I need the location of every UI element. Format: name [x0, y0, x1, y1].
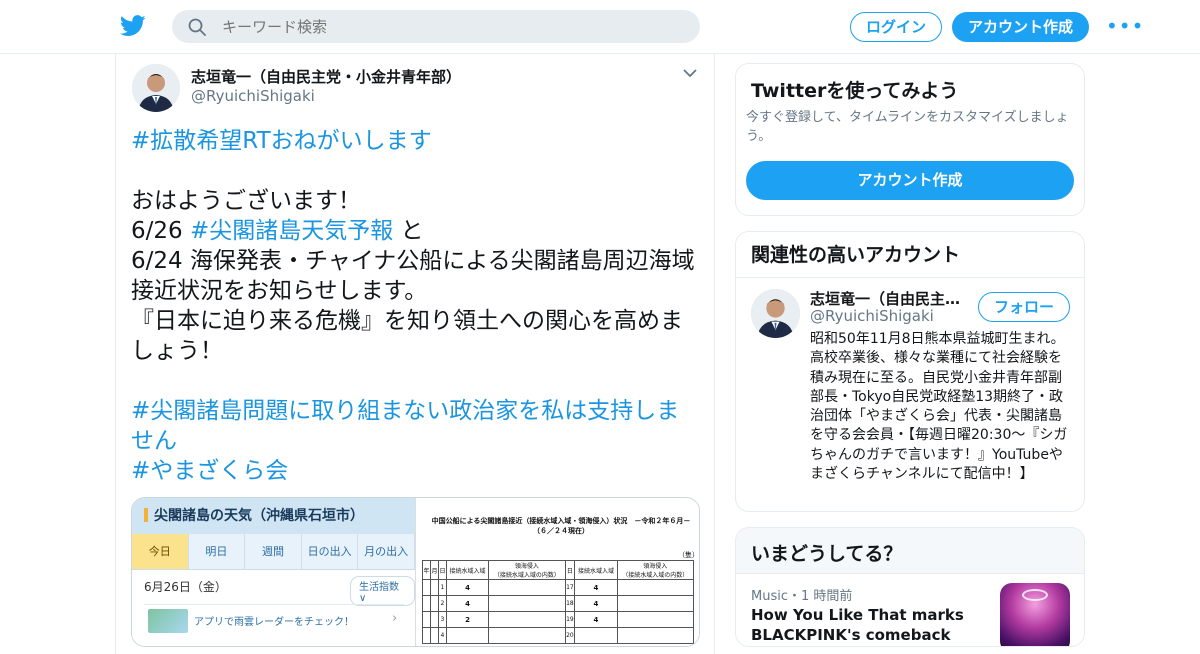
trend-meta: Music・1 時間前 — [751, 589, 853, 604]
related-account-bio: 昭和50年11月8日熊本県益城町生まれ。高校卒業後、様々な業種にて社会経験を積み… — [810, 331, 1068, 483]
radar-text: アプリで雨雲レーダーをチェック！ — [194, 617, 354, 628]
related-account-name[interactable]: 志垣竜一（自由民主党・小金井青年部） — [810, 288, 970, 309]
weather-tabs: 今日 明日 週間 日の出入 月の出入 — [132, 534, 415, 570]
table-title: 中国公船による尖閣諸島接近（接続水域入域・領海侵入）状況 －令和２年６月－ （６… — [431, 517, 691, 535]
follow-button[interactable]: フォロー — [978, 292, 1070, 322]
weather-tab: 週間 — [245, 534, 302, 569]
table-unit: （隻） — [678, 551, 699, 559]
chevron-down-icon[interactable] — [683, 68, 697, 78]
tweet-text: #拡散希望RTおねがいします おはようございます！ 6/26 #尖閣諸島天気予報… — [131, 126, 705, 486]
related-account-handle[interactable]: @RyuichiShigaki — [810, 307, 934, 325]
tweet-card: 志垣竜一（自由民主党・小金井青年部） @RyuichiShigaki #拡散希望… — [115, 54, 715, 654]
search-bar[interactable] — [172, 10, 700, 43]
more-options-icon[interactable]: ••• — [1106, 16, 1143, 36]
hashtag-link[interactable]: せん — [131, 426, 705, 456]
author-avatar[interactable] — [132, 64, 180, 112]
whats-happening-title: いまどうしてる？ — [751, 543, 903, 565]
whats-happening-card: いまどうしてる？ Music・1 時間前 How You Like That m… — [735, 527, 1085, 647]
hashtag-link[interactable]: #尖閣諸島天気予報 — [190, 218, 393, 244]
try-twitter-description: 今すぐ登録して、タイムラインをカスタマイズしましょう。 — [746, 110, 1069, 144]
search-input[interactable] — [222, 10, 682, 43]
related-accounts-title: 関連性の高いアカウント — [736, 232, 1084, 278]
create-account-button[interactable]: アカウント作成 — [746, 161, 1074, 200]
hashtag-link[interactable]: #拡散希望RTおねがいします — [131, 126, 705, 156]
chevron-right-icon: › — [392, 611, 398, 626]
weather-date: 6月26日（金） — [144, 580, 227, 594]
table-row: 3 2 19 4 — [422, 611, 695, 628]
media-weather-image[interactable]: 尖閣諸島の天気（沖縄県石垣市） 今日 明日 週間 日の出入 月の出入 6月26日… — [132, 498, 415, 646]
twitter-bird-icon[interactable] — [120, 14, 146, 38]
table-header-row: 年 月 日 接続水域入域 領海侵入 （接続水域入域の内数） 日 接続水域入域 領海… — [422, 560, 695, 580]
author-name[interactable]: 志垣竜一（自由民主党・小金井青年部） — [191, 66, 461, 87]
trend-thumbnail[interactable] — [1000, 583, 1070, 646]
table-row: 2 4 18 4 — [422, 595, 695, 612]
weather-chip: 生活指数 ∨ — [350, 576, 415, 606]
trend-item[interactable]: Music・1 時間前 How You Like That marks BLAC… — [736, 573, 1084, 646]
incursion-table: 年 月 日 接続水域入域 領海侵入 （接続水域入域の内数） 日 接続水域入域 領海… — [422, 560, 695, 644]
tweet-text-line: おはようございます！ — [131, 188, 361, 214]
hashtag-link[interactable]: #尖閣諸島問題に取り組まない政治家を私は支持しま — [131, 396, 705, 426]
tweet-text-line: 『日本に迫り来る危機』を知り領土への関心を高めま — [131, 308, 683, 334]
login-button[interactable]: ログイン — [850, 12, 942, 42]
weather-tab: 日の出入 — [302, 534, 359, 569]
signup-button[interactable]: アカウント作成 — [952, 12, 1089, 42]
tweet-text-line: 6/24 海保発表・チャイナ公船による尖閣諸島周辺海域 — [131, 248, 695, 274]
media-table-image[interactable]: 中国公船による尖閣諸島接近（接続水域入域・領海侵入）状況 －令和２年６月－ （６… — [415, 498, 699, 646]
author-handle[interactable]: @RyuichiShigaki — [191, 87, 315, 105]
tweet-text-line: 6/26 #尖閣諸島天気予報 と — [131, 218, 424, 244]
weather-tab: 月の出入 — [358, 534, 415, 569]
try-twitter-title: Twitterを使ってみよう — [751, 80, 959, 102]
search-icon — [188, 18, 206, 36]
hashtag-link[interactable]: #やまざくら会 — [131, 456, 705, 486]
try-twitter-card: Twitterを使ってみよう 今すぐ登録して、タイムラインをカスタマイズしましょ… — [735, 63, 1085, 216]
weather-title: 尖閣諸島の天気（沖縄県石垣市） — [132, 498, 415, 534]
related-avatar[interactable] — [751, 289, 800, 338]
top-bar: ログイン アカウント作成 ••• — [0, 0, 1200, 54]
tweet-text-line: しょう！ — [131, 338, 223, 364]
trend-headline[interactable]: How You Like That marks BLACKPINK's come… — [751, 605, 981, 645]
radar-thumbnail — [148, 609, 188, 633]
related-accounts-card: 関連性の高いアカウント 志垣竜一（自由民主党・小金井青年部） @RyuichiS… — [735, 231, 1085, 512]
tweet-media[interactable]: 尖閣諸島の天気（沖縄県石垣市） 今日 明日 週間 日の出入 月の出入 6月26日… — [131, 497, 700, 647]
weather-tab: 今日 — [132, 534, 189, 569]
table-row: 1 4 17 4 — [422, 579, 695, 596]
weather-tab: 明日 — [189, 534, 246, 569]
tweet-text-line: 接近状況をお知らせします。 — [131, 278, 428, 304]
